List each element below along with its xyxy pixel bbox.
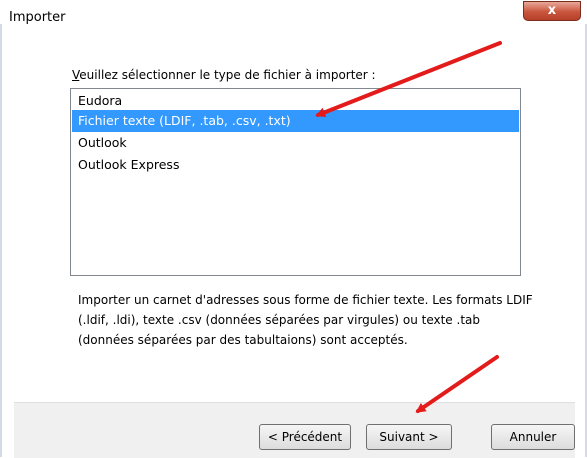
annotation-arrows (315, 41, 502, 413)
arrow-to-text-file (315, 41, 502, 118)
arrow-to-next-button (415, 355, 499, 413)
